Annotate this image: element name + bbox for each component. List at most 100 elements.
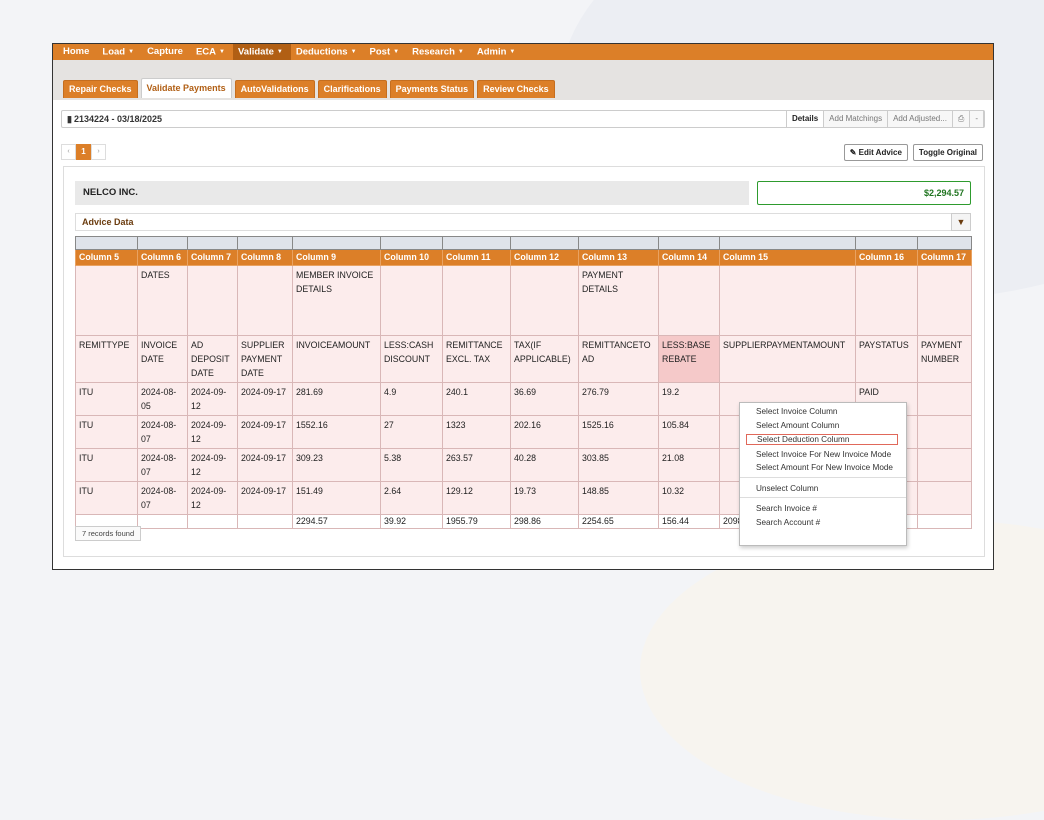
table-cell[interactable]: 2024-08-07 [137,415,188,449]
table-cell[interactable] [75,265,138,336]
nav-item-validate[interactable]: Validate ▼ [232,44,291,60]
menu-item-select-invoice-column[interactable]: Select Invoice Column [740,407,906,416]
table-cell[interactable]: 21.08 [658,448,720,482]
table-cell[interactable]: AD DEPOSIT DATE [187,335,238,383]
table-cell[interactable]: 5.38 [380,448,443,482]
table-cell[interactable]: 129.12 [442,481,511,515]
more-button[interactable]: - [969,110,984,128]
table-cell[interactable]: 2024-09-12 [187,382,238,416]
column-header[interactable]: Column 17 [917,249,972,266]
nav-item-admin[interactable]: Admin ▼ [472,44,524,60]
table-cell[interactable]: 4.9 [380,382,443,416]
table-cell[interactable]: 19.2 [658,382,720,416]
table-cell[interactable]: ITU [75,481,138,515]
total-cell[interactable]: 2294.57 [292,514,381,529]
table-cell[interactable]: 281.69 [292,382,381,416]
menu-item-unselect-column[interactable]: Unselect Column [740,484,906,493]
table-cell[interactable]: 2024-09-17 [237,382,293,416]
table-cell[interactable]: 303.85 [578,448,659,482]
table-cell[interactable] [510,265,579,336]
table-cell[interactable]: ITU [75,448,138,482]
table-cell[interactable] [917,382,972,416]
table-cell[interactable] [917,448,972,482]
table-cell[interactable]: SUPPLIER PAYMENT DATE [237,335,293,383]
table-cell[interactable]: INVOICEAMOUNT [292,335,381,383]
total-cell[interactable] [917,514,972,529]
column-selector-cell[interactable] [75,236,138,250]
column-header[interactable]: Column 13 [578,249,659,266]
column-selector-cell[interactable] [855,236,918,250]
add-matchings-button[interactable]: Add Matchings [823,110,889,128]
tab-autovalidations[interactable]: AutoValidations [234,80,315,98]
table-cell[interactable]: PAYMENT DETAILS [578,265,659,336]
table-cell[interactable]: LESS:BASE REBATE [658,335,720,383]
column-selector-cell[interactable] [380,236,443,250]
table-cell[interactable]: 105.84 [658,415,720,449]
table-cell[interactable]: 2024-09-17 [237,415,293,449]
tab-clarifications[interactable]: Clarifications [317,80,387,98]
menu-item-search-account[interactable]: Search Account # [740,518,906,527]
table-cell[interactable] [187,265,238,336]
column-header[interactable]: Column 8 [237,249,293,266]
table-cell[interactable]: 202.16 [510,415,579,449]
pager-next[interactable]: › [91,144,106,160]
table-cell[interactable] [442,265,511,336]
table-cell[interactable]: 151.49 [292,481,381,515]
column-selector-cell[interactable] [237,236,293,250]
menu-item-select-deduction-column[interactable]: Select Deduction Column [746,434,898,445]
total-cell[interactable] [187,514,238,529]
column-header[interactable]: Column 9 [292,249,381,266]
nav-item-deductions[interactable]: Deductions ▼ [291,44,365,60]
table-cell[interactable]: 2024-09-12 [187,448,238,482]
table-cell[interactable]: 2024-09-17 [237,448,293,482]
total-cell[interactable]: 156.44 [658,514,720,529]
table-cell[interactable]: TAX(IF APPLICABLE) [510,335,579,383]
pager-page-1[interactable]: 1 [76,144,91,160]
tab-validate-payments[interactable]: Validate Payments [140,78,232,98]
table-cell[interactable] [917,481,972,515]
menu-item-search-invoice[interactable]: Search Invoice # [740,504,906,513]
table-cell[interactable]: 148.85 [578,481,659,515]
table-cell[interactable]: 2024-09-12 [187,415,238,449]
table-cell[interactable]: 2024-08-07 [137,481,188,515]
table-cell[interactable]: 10.32 [658,481,720,515]
menu-item-select-amount-for-new-invoice-mode[interactable]: Select Amount For New Invoice Mode [740,463,906,472]
nav-item-post[interactable]: Post ▼ [365,44,408,60]
table-cell[interactable]: 276.79 [578,382,659,416]
pager-prev[interactable]: ‹ [61,144,76,160]
column-header[interactable]: Column 16 [855,249,918,266]
nav-item-research[interactable]: Research ▼ [407,44,472,60]
table-cell[interactable] [658,265,720,336]
column-header[interactable]: Column 12 [510,249,579,266]
column-header[interactable]: Column 6 [137,249,188,266]
details-button[interactable]: Details [785,110,825,128]
column-selector-cell[interactable] [658,236,720,250]
column-selector-cell[interactable] [719,236,856,250]
table-cell[interactable] [380,265,443,336]
column-selector-cell[interactable] [578,236,659,250]
table-cell[interactable] [917,265,972,336]
table-cell[interactable]: 2024-08-07 [137,448,188,482]
table-cell[interactable]: 36.69 [510,382,579,416]
table-cell[interactable]: 1552.16 [292,415,381,449]
table-cell[interactable]: REMITTYPE [75,335,138,383]
table-cell[interactable]: 309.23 [292,448,381,482]
total-cell[interactable] [137,514,188,529]
table-cell[interactable] [719,265,856,336]
column-selector-cell[interactable] [187,236,238,250]
column-header[interactable]: Column 10 [380,249,443,266]
column-selector-cell[interactable] [442,236,511,250]
nav-item-load[interactable]: Load ▼ [97,44,142,60]
column-selector-cell[interactable] [917,236,972,250]
table-cell[interactable]: 1525.16 [578,415,659,449]
column-header[interactable]: Column 15 [719,249,856,266]
total-cell[interactable]: 1955.79 [442,514,511,529]
tab-payments-status[interactable]: Payments Status [389,80,475,98]
table-cell[interactable]: 2024-08-05 [137,382,188,416]
table-cell[interactable]: REMITTANCE EXCL. TAX [442,335,511,383]
nav-item-capture[interactable]: Capture [142,44,191,60]
add-adjusted-button[interactable]: Add Adjusted... [887,110,953,128]
table-cell[interactable]: 40.28 [510,448,579,482]
nav-item-eca[interactable]: ECA ▼ [191,44,233,60]
table-cell[interactable]: ITU [75,415,138,449]
